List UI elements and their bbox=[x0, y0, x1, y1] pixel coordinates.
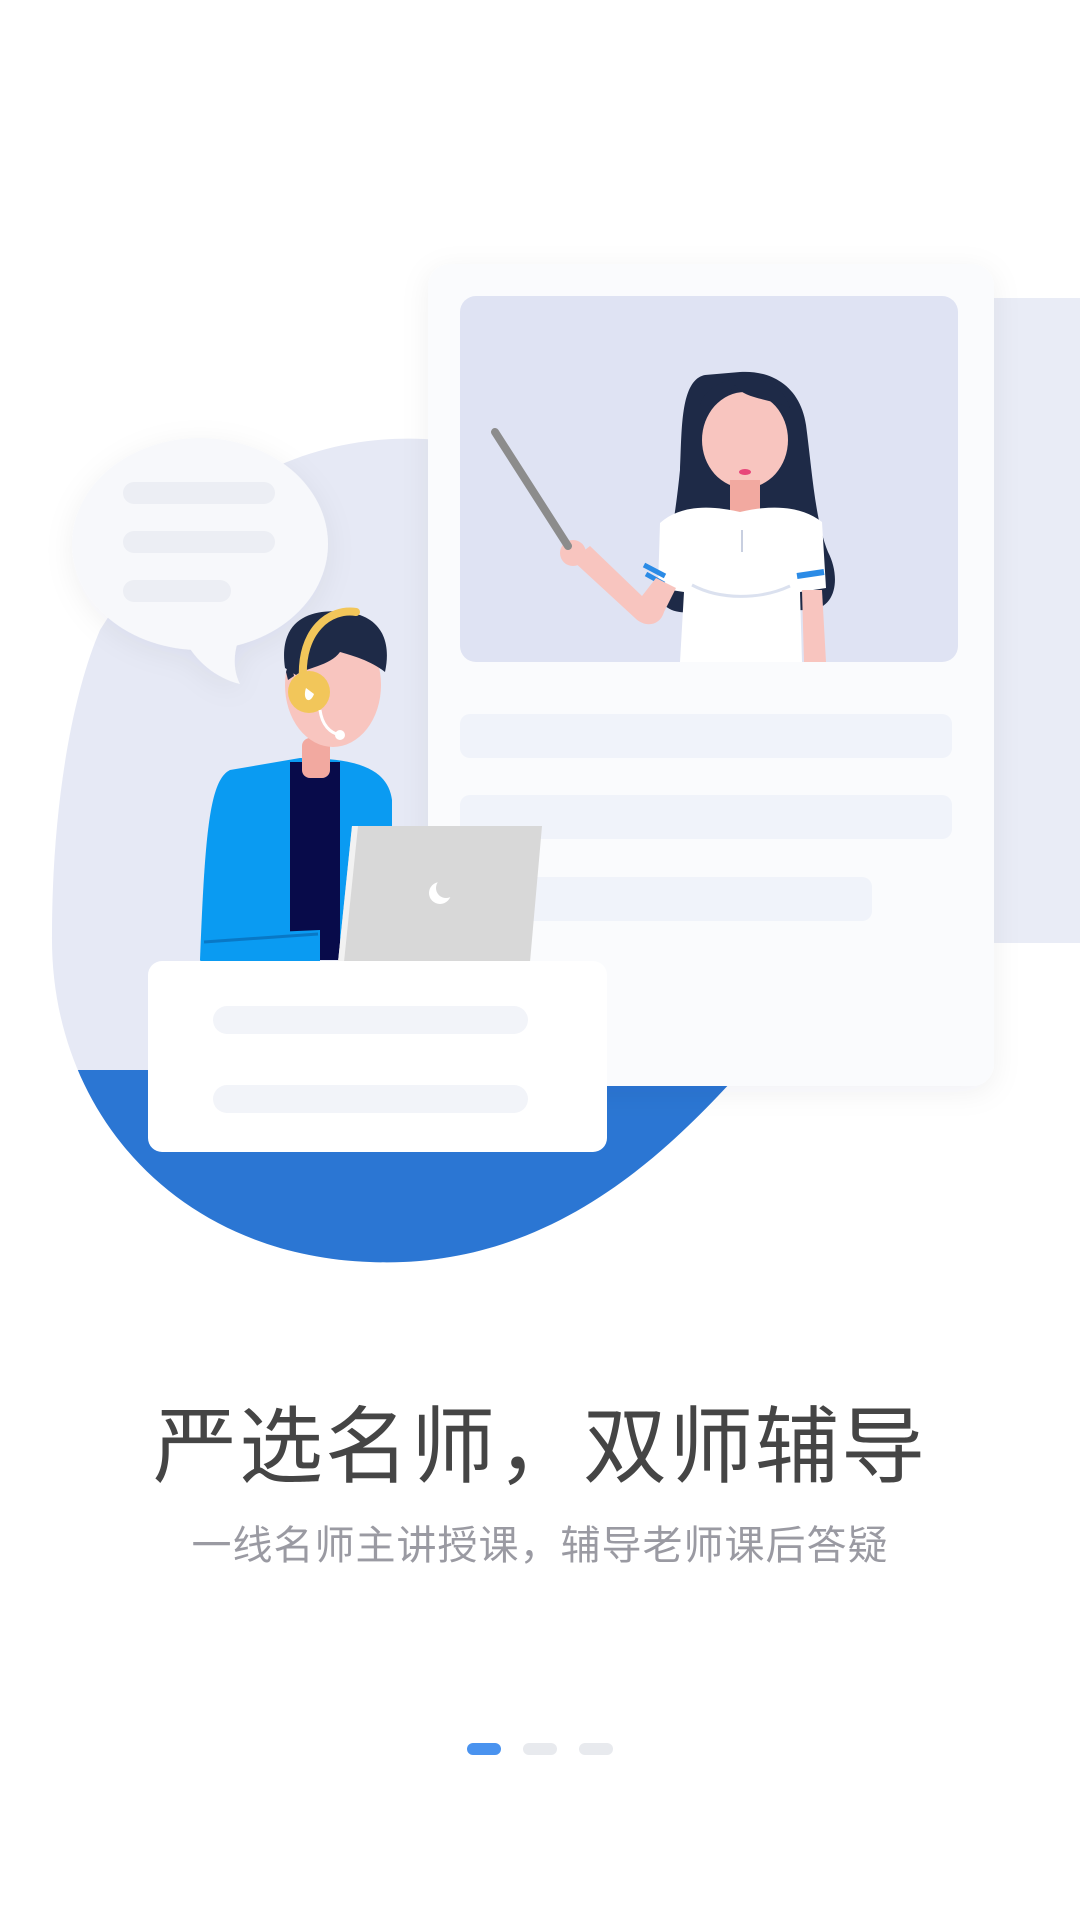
onboarding-headline: 严选名师，双师辅导 bbox=[152, 1398, 927, 1496]
course-line-1 bbox=[460, 714, 952, 758]
page-dot-2[interactable] bbox=[523, 1743, 557, 1755]
onboarding-subline: 一线名师主讲授课，辅导老师课后答疑 bbox=[191, 1523, 889, 1569]
page-dot-3[interactable] bbox=[579, 1743, 613, 1755]
page-dot-1[interactable] bbox=[467, 1743, 501, 1755]
laptop-icon bbox=[338, 826, 542, 962]
onboarding-illustration bbox=[51, 264, 1080, 1263]
page-indicator bbox=[0, 1743, 1080, 1755]
desk-card bbox=[148, 961, 607, 1152]
